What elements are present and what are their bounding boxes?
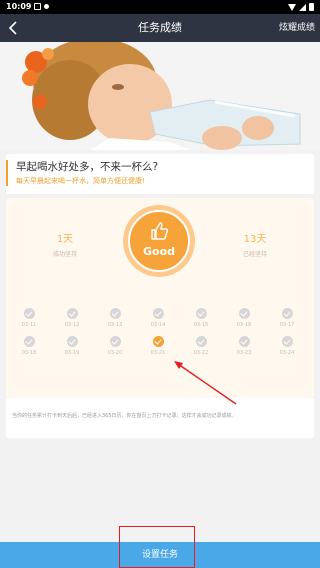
streak-stat: 13天 已经坚持 xyxy=(210,230,300,258)
check-pending-icon xyxy=(109,308,121,319)
notification-icons xyxy=(34,3,49,10)
day-date: 03-24 xyxy=(279,350,295,356)
good-badge: Good xyxy=(123,205,195,277)
day-date: 03-20 xyxy=(107,350,123,356)
day-date: 03-23 xyxy=(236,350,252,356)
check-pending-icon xyxy=(109,336,121,347)
streak-value: 13天 xyxy=(243,234,267,245)
streak-label: 已经坚持 xyxy=(242,251,267,258)
day-date: 03-17 xyxy=(279,322,295,328)
check-pending-icon xyxy=(281,308,293,319)
day-item: 03-22 xyxy=(188,336,214,356)
info-card: 当你的任务累计打卡到天后后，已经进入365日历，你在首页上方打卡记录。这样才会成… xyxy=(6,398,314,438)
completed-days-stat: 1天 成功坚持 xyxy=(20,230,110,258)
check-pending-icon xyxy=(66,336,78,347)
check-pending-icon xyxy=(238,308,250,319)
completed-days-label: 成功坚持 xyxy=(52,251,77,258)
day-item: 03-13 xyxy=(102,308,128,328)
day-date: 03-14 xyxy=(150,322,166,328)
day-item: 03-17 xyxy=(274,308,300,328)
day-item: 03-19 xyxy=(59,336,85,356)
day-item: 03-21 xyxy=(145,336,171,356)
check-pending-icon xyxy=(238,336,250,347)
day-date: 03-21 xyxy=(150,350,166,356)
hero-image xyxy=(0,42,320,150)
day-item: 03-20 xyxy=(102,336,128,356)
day-date: 03-16 xyxy=(236,322,252,328)
day-date: 03-15 xyxy=(193,322,209,328)
notification-dot-icon xyxy=(44,4,49,9)
check-pending-icon xyxy=(281,336,293,347)
status-time: 10:09 xyxy=(6,2,32,11)
task-title: 早起喝水好处多，不来一杯么? xyxy=(16,161,159,173)
status-bar: 10:09 xyxy=(0,0,320,14)
day-date: 03-13 xyxy=(107,322,123,328)
day-item: 03-24 xyxy=(274,336,300,356)
page-title: 任务成绩 xyxy=(138,21,182,34)
day-item: 03-23 xyxy=(231,336,257,356)
day-date: 03-11 xyxy=(21,322,37,328)
day-item: 03-11 xyxy=(16,308,42,328)
info-text: 当你的任务累计打卡到天后后，已经进入365日历，你在首页上方打卡记录。这样才会成… xyxy=(12,413,237,419)
check-pending-icon xyxy=(195,308,207,319)
check-pending-icon xyxy=(23,336,35,347)
badge-text: Good xyxy=(142,245,176,258)
thumbs-up-icon xyxy=(151,222,168,240)
day-item: 03-12 xyxy=(59,308,85,328)
check-done-icon xyxy=(152,336,164,347)
check-pending-icon xyxy=(195,336,207,347)
notification-icon xyxy=(34,3,41,10)
task-headline-card: 早起喝水好处多，不来一杯么? 每天早晨起来喝一杯水，简单方便还健康! xyxy=(6,154,314,194)
day-item: 03-15 xyxy=(188,308,214,328)
day-item: 03-14 xyxy=(145,308,171,328)
day-date: 03-12 xyxy=(64,322,80,328)
wifi-icon xyxy=(288,3,296,11)
accent-bar xyxy=(6,160,8,186)
share-score-button[interactable]: 炫耀成绩 xyxy=(279,14,315,42)
check-pending-icon xyxy=(66,308,78,319)
completed-days-value: 1天 xyxy=(56,234,74,245)
day-item: 03-16 xyxy=(231,308,257,328)
nav-bar: 任务成绩 炫耀成绩 xyxy=(0,14,320,42)
day-date: 03-22 xyxy=(193,350,209,356)
set-task-button[interactable]: 设置任务 xyxy=(0,542,320,568)
day-date: 03-19 xyxy=(64,350,80,356)
check-pending-icon xyxy=(23,308,35,319)
day-date: 03-18 xyxy=(21,350,37,356)
task-subtitle: 每天早晨起来喝一杯水，简单方便还健康! xyxy=(16,177,145,185)
check-pending-icon xyxy=(152,308,164,319)
day-item: 03-18 xyxy=(16,336,42,356)
progress-card: 1天 成功坚持 Good 13天 已经坚持 03-11 03-12 03-13 03-… xyxy=(6,198,314,398)
signal-icon xyxy=(299,3,306,11)
battery-icon xyxy=(309,3,314,11)
system-icons xyxy=(288,3,314,11)
